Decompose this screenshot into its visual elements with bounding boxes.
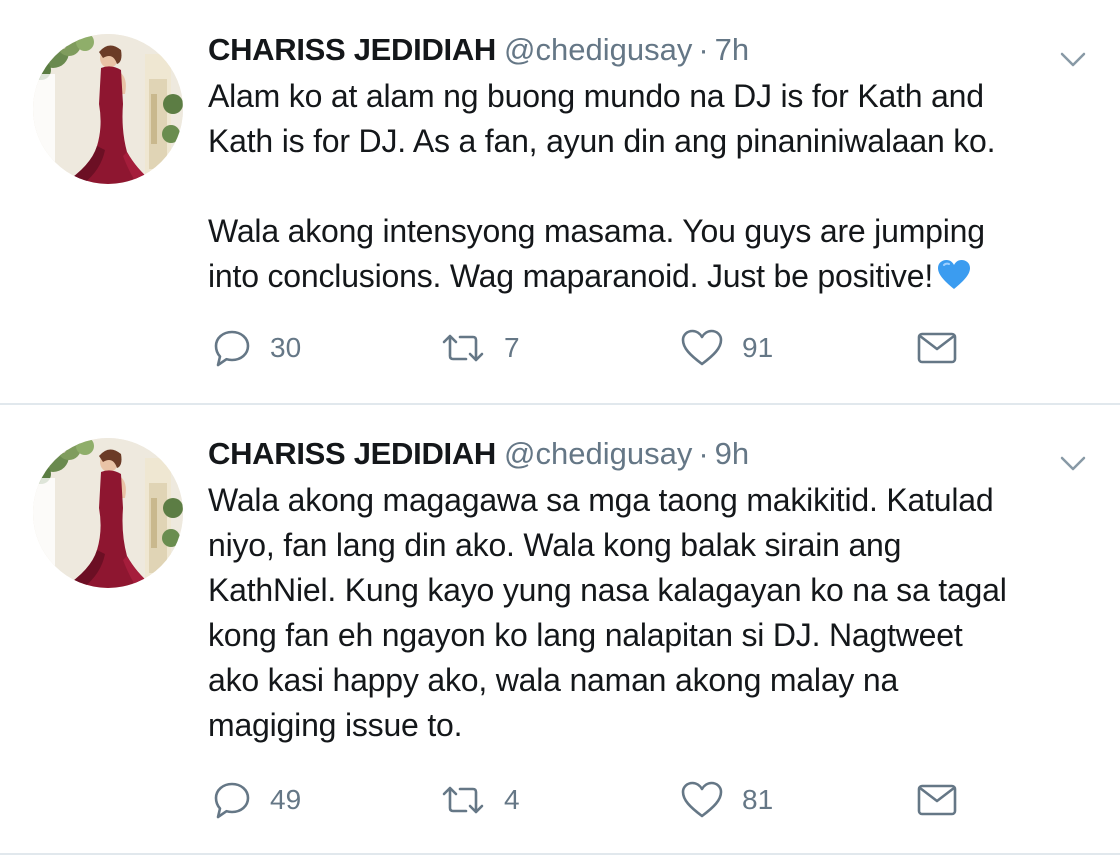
reply-button[interactable]: 49 (212, 778, 301, 822)
reply-count: 49 (270, 784, 302, 815)
dm-button[interactable] (916, 326, 958, 370)
dm-button[interactable] (916, 778, 958, 822)
author-name[interactable]: CHARISS JEDIDIAH (208, 436, 496, 471)
tweet-actions: 49 4 81 (208, 778, 1068, 822)
reply-icon (212, 780, 252, 820)
retweet-button[interactable]: 7 (440, 326, 520, 370)
blue-heart-icon (937, 258, 971, 303)
tweet-header: CHARISS JEDIDIAH @chedigusay · 9h (208, 434, 749, 474)
heart-icon (680, 780, 724, 820)
tweet-text-content: Alam ko at alam ng buong mundo na DJ is … (208, 78, 996, 294)
author-handle[interactable]: @chedigusay (504, 436, 692, 471)
like-button[interactable]: 81 (680, 778, 773, 822)
chevron-down-icon[interactable] (1058, 448, 1088, 478)
reply-button[interactable]: 30 (212, 326, 301, 370)
tweet-actions: 30 7 91 (208, 326, 1068, 370)
like-count: 91 (742, 332, 774, 363)
reply-icon (212, 328, 252, 368)
author-handle[interactable]: @chedigusay (504, 32, 692, 67)
timestamp[interactable]: 9h (715, 436, 749, 471)
heart-icon (680, 328, 724, 368)
tweet-text-content: Wala akong magagawa sa mga taong makikit… (208, 482, 1007, 743)
reply-count: 30 (270, 332, 302, 363)
retweet-count: 7 (504, 332, 520, 363)
separator-dot: · (698, 32, 709, 67)
envelope-icon (916, 782, 958, 818)
separator-dot: · (698, 436, 709, 471)
retweet-count: 4 (504, 784, 520, 815)
envelope-icon (916, 330, 958, 366)
tweet-text: Wala akong magagawa sa mga taong makikit… (208, 478, 1088, 748)
retweet-icon (440, 780, 486, 820)
avatar[interactable] (33, 34, 183, 184)
divider (0, 853, 1120, 855)
chevron-down-icon[interactable] (1058, 44, 1088, 74)
retweet-icon (440, 328, 486, 368)
tweet-header: CHARISS JEDIDIAH @chedigusay · 7h (208, 30, 749, 70)
like-count: 81 (742, 784, 774, 815)
retweet-button[interactable]: 4 (440, 778, 520, 822)
avatar[interactable] (33, 438, 183, 588)
like-button[interactable]: 91 (680, 326, 773, 370)
tweet[interactable]: CHARISS JEDIDIAH @chedigusay · 9h Wala akon… (0, 404, 1120, 859)
author-name[interactable]: CHARISS JEDIDIAH (208, 32, 496, 67)
tweet[interactable]: CHARISS JEDIDIAH @chedigusay · 7h Alam ko a… (0, 0, 1120, 404)
timestamp[interactable]: 7h (715, 32, 749, 67)
tweet-text: Alam ko at alam ng buong mundo na DJ is … (208, 74, 1088, 303)
